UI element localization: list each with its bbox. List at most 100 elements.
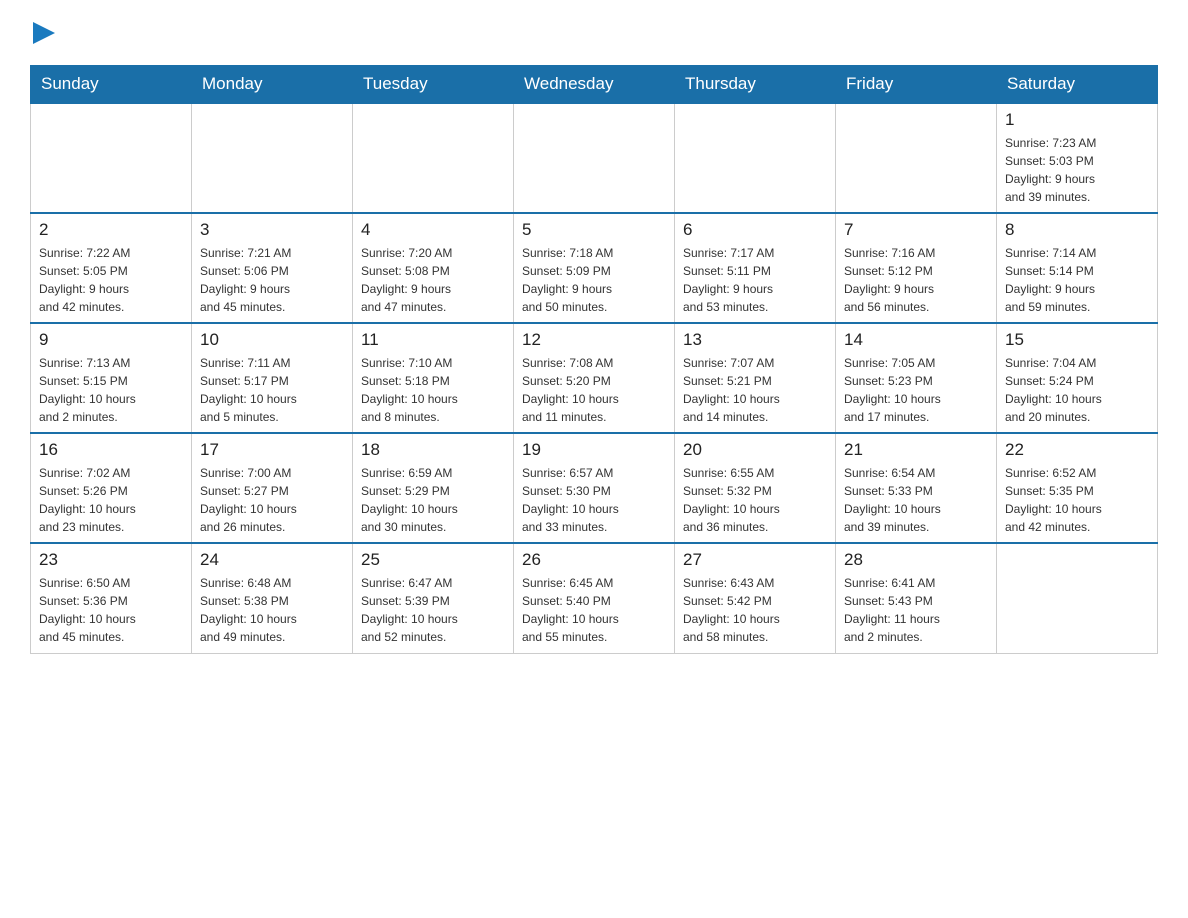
calendar-day-cell: [192, 103, 353, 213]
calendar-week-row: 2 Sunrise: 7:22 AM Sunset: 5:05 PM Daylig…: [31, 213, 1158, 323]
day-sun-info: Sunrise: 7:16 AM Sunset: 5:12 PM Dayligh…: [844, 244, 988, 316]
calendar-day-cell: 16 Sunrise: 7:02 AM Sunset: 5:26 PM Dayli…: [31, 433, 192, 543]
day-number: 3: [200, 220, 344, 240]
calendar-day-cell: 3 Sunrise: 7:21 AM Sunset: 5:06 PM Daylig…: [192, 213, 353, 323]
day-sun-info: Sunrise: 6:55 AM Sunset: 5:32 PM Dayligh…: [683, 464, 827, 536]
day-number: 4: [361, 220, 505, 240]
day-of-week-header: Thursday: [675, 66, 836, 104]
calendar-day-cell: [353, 103, 514, 213]
calendar-day-cell: 7 Sunrise: 7:16 AM Sunset: 5:12 PM Daylig…: [836, 213, 997, 323]
calendar-day-cell: 18 Sunrise: 6:59 AM Sunset: 5:29 PM Dayli…: [353, 433, 514, 543]
day-of-week-header: Tuesday: [353, 66, 514, 104]
day-sun-info: Sunrise: 7:11 AM Sunset: 5:17 PM Dayligh…: [200, 354, 344, 426]
day-number: 7: [844, 220, 988, 240]
day-number: 22: [1005, 440, 1149, 460]
calendar-day-cell: 14 Sunrise: 7:05 AM Sunset: 5:23 PM Dayli…: [836, 323, 997, 433]
day-number: 24: [200, 550, 344, 570]
day-of-week-header: Saturday: [997, 66, 1158, 104]
day-sun-info: Sunrise: 6:43 AM Sunset: 5:42 PM Dayligh…: [683, 574, 827, 646]
day-number: 23: [39, 550, 183, 570]
calendar-day-cell: 6 Sunrise: 7:17 AM Sunset: 5:11 PM Daylig…: [675, 213, 836, 323]
calendar-day-cell: 17Sunrise: 7:00 AM Sunset: 5:27 PM Dayli…: [192, 433, 353, 543]
calendar-day-cell: [675, 103, 836, 213]
calendar-table: SundayMondayTuesdayWednesdayThursdayFrid…: [30, 65, 1158, 654]
day-number: 15: [1005, 330, 1149, 350]
calendar-day-cell: 11Sunrise: 7:10 AM Sunset: 5:18 PM Dayli…: [353, 323, 514, 433]
logo: [30, 20, 55, 49]
day-of-week-header: Friday: [836, 66, 997, 104]
day-sun-info: Sunrise: 7:05 AM Sunset: 5:23 PM Dayligh…: [844, 354, 988, 426]
calendar-week-row: 23 Sunrise: 6:50 AM Sunset: 5:36 PM Dayli…: [31, 543, 1158, 653]
page-header: [30, 20, 1158, 49]
calendar-day-cell: 12 Sunrise: 7:08 AM Sunset: 5:20 PM Dayli…: [514, 323, 675, 433]
day-of-week-header: Monday: [192, 66, 353, 104]
calendar-day-cell: [836, 103, 997, 213]
calendar-header-row: SundayMondayTuesdayWednesdayThursdayFrid…: [31, 66, 1158, 104]
day-number: 19: [522, 440, 666, 460]
logo-line1: [30, 20, 55, 49]
day-number: 27: [683, 550, 827, 570]
calendar-week-row: 1 Sunrise: 7:23 AM Sunset: 5:03 PM Daylig…: [31, 103, 1158, 213]
calendar-day-cell: 19 Sunrise: 6:57 AM Sunset: 5:30 PM Dayli…: [514, 433, 675, 543]
day-sun-info: Sunrise: 6:41 AM Sunset: 5:43 PM Dayligh…: [844, 574, 988, 646]
day-sun-info: Sunrise: 6:50 AM Sunset: 5:36 PM Dayligh…: [39, 574, 183, 646]
calendar-day-cell: 5 Sunrise: 7:18 AM Sunset: 5:09 PM Daylig…: [514, 213, 675, 323]
day-sun-info: Sunrise: 7:22 AM Sunset: 5:05 PM Dayligh…: [39, 244, 183, 316]
calendar-day-cell: 9 Sunrise: 7:13 AM Sunset: 5:15 PM Daylig…: [31, 323, 192, 433]
day-sun-info: Sunrise: 6:54 AM Sunset: 5:33 PM Dayligh…: [844, 464, 988, 536]
day-number: 5: [522, 220, 666, 240]
day-number: 21: [844, 440, 988, 460]
day-number: 28: [844, 550, 988, 570]
day-sun-info: Sunrise: 6:59 AM Sunset: 5:29 PM Dayligh…: [361, 464, 505, 536]
calendar-day-cell: 28 Sunrise: 6:41 AM Sunset: 5:43 PM Dayli…: [836, 543, 997, 653]
day-number: 12: [522, 330, 666, 350]
day-number: 13: [683, 330, 827, 350]
day-sun-info: Sunrise: 7:00 AM Sunset: 5:27 PM Dayligh…: [200, 464, 344, 536]
calendar-day-cell: 2 Sunrise: 7:22 AM Sunset: 5:05 PM Daylig…: [31, 213, 192, 323]
day-sun-info: Sunrise: 7:13 AM Sunset: 5:15 PM Dayligh…: [39, 354, 183, 426]
calendar-day-cell: 8Sunrise: 7:14 AM Sunset: 5:14 PM Daylig…: [997, 213, 1158, 323]
calendar-day-cell: [997, 543, 1158, 653]
calendar-day-cell: 22Sunrise: 6:52 AM Sunset: 5:35 PM Dayli…: [997, 433, 1158, 543]
calendar-day-cell: 25Sunrise: 6:47 AM Sunset: 5:39 PM Dayli…: [353, 543, 514, 653]
day-number: 10: [200, 330, 344, 350]
day-sun-info: Sunrise: 6:48 AM Sunset: 5:38 PM Dayligh…: [200, 574, 344, 646]
day-number: 26: [522, 550, 666, 570]
day-of-week-header: Wednesday: [514, 66, 675, 104]
day-sun-info: Sunrise: 7:04 AM Sunset: 5:24 PM Dayligh…: [1005, 354, 1149, 426]
day-sun-info: Sunrise: 7:21 AM Sunset: 5:06 PM Dayligh…: [200, 244, 344, 316]
day-sun-info: Sunrise: 7:02 AM Sunset: 5:26 PM Dayligh…: [39, 464, 183, 536]
day-number: 1: [1005, 110, 1149, 130]
day-sun-info: Sunrise: 7:20 AM Sunset: 5:08 PM Dayligh…: [361, 244, 505, 316]
day-of-week-header: Sunday: [31, 66, 192, 104]
logo-flag-icon: [33, 22, 55, 44]
day-number: 25: [361, 550, 505, 570]
day-number: 14: [844, 330, 988, 350]
calendar-day-cell: 10 Sunrise: 7:11 AM Sunset: 5:17 PM Dayli…: [192, 323, 353, 433]
day-number: 2: [39, 220, 183, 240]
calendar-day-cell: 26 Sunrise: 6:45 AM Sunset: 5:40 PM Dayli…: [514, 543, 675, 653]
day-number: 9: [39, 330, 183, 350]
day-sun-info: Sunrise: 6:45 AM Sunset: 5:40 PM Dayligh…: [522, 574, 666, 646]
day-number: 18: [361, 440, 505, 460]
calendar-day-cell: 1 Sunrise: 7:23 AM Sunset: 5:03 PM Daylig…: [997, 103, 1158, 213]
calendar-day-cell: 20 Sunrise: 6:55 AM Sunset: 5:32 PM Dayli…: [675, 433, 836, 543]
calendar-day-cell: 27 Sunrise: 6:43 AM Sunset: 5:42 PM Dayli…: [675, 543, 836, 653]
calendar-day-cell: 21 Sunrise: 6:54 AM Sunset: 5:33 PM Dayli…: [836, 433, 997, 543]
day-sun-info: Sunrise: 6:57 AM Sunset: 5:30 PM Dayligh…: [522, 464, 666, 536]
calendar-day-cell: 23 Sunrise: 6:50 AM Sunset: 5:36 PM Dayli…: [31, 543, 192, 653]
day-sun-info: Sunrise: 7:23 AM Sunset: 5:03 PM Dayligh…: [1005, 134, 1149, 206]
calendar-day-cell: 4 Sunrise: 7:20 AM Sunset: 5:08 PM Daylig…: [353, 213, 514, 323]
day-number: 16: [39, 440, 183, 460]
calendar-day-cell: 24 Sunrise: 6:48 AM Sunset: 5:38 PM Dayli…: [192, 543, 353, 653]
calendar-day-cell: 13 Sunrise: 7:07 AM Sunset: 5:21 PM Dayli…: [675, 323, 836, 433]
day-sun-info: Sunrise: 7:14 AM Sunset: 5:14 PM Dayligh…: [1005, 244, 1149, 316]
day-sun-info: Sunrise: 7:07 AM Sunset: 5:21 PM Dayligh…: [683, 354, 827, 426]
calendar-week-row: 9 Sunrise: 7:13 AM Sunset: 5:15 PM Daylig…: [31, 323, 1158, 433]
day-sun-info: Sunrise: 7:17 AM Sunset: 5:11 PM Dayligh…: [683, 244, 827, 316]
day-sun-info: Sunrise: 7:18 AM Sunset: 5:09 PM Dayligh…: [522, 244, 666, 316]
day-sun-info: Sunrise: 7:08 AM Sunset: 5:20 PM Dayligh…: [522, 354, 666, 426]
calendar-day-cell: [514, 103, 675, 213]
day-number: 20: [683, 440, 827, 460]
day-number: 6: [683, 220, 827, 240]
